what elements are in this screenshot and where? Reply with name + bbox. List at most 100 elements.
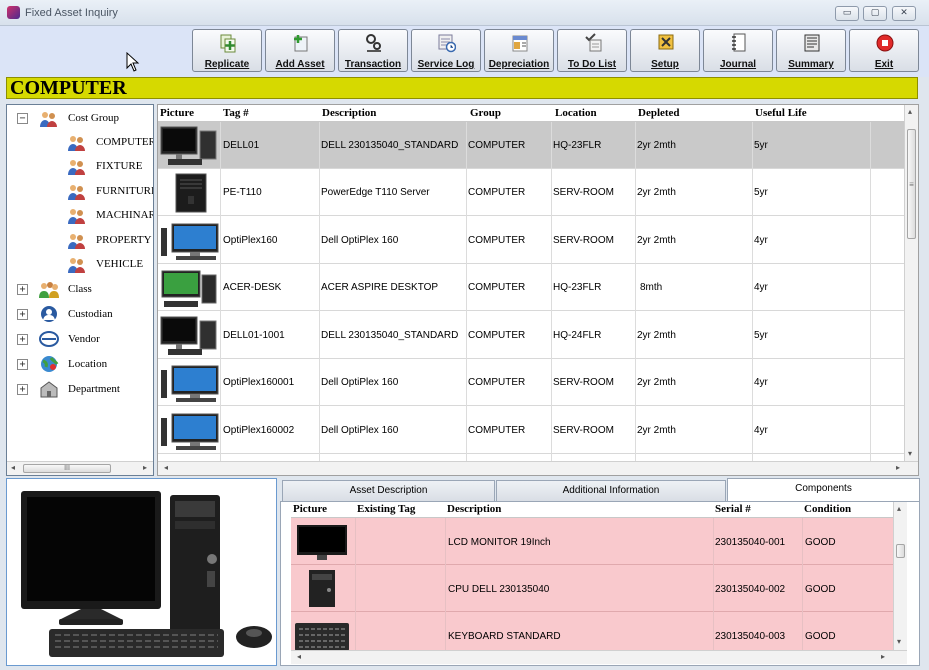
category-tree[interactable]: − Cost Group COMPUTER FIXTURE FURNITURE … [6, 104, 154, 476]
tree-node-custodian[interactable]: + Custodian [13, 305, 153, 325]
tree-node-property[interactable]: PROPERTY [57, 231, 153, 251]
col-tag[interactable]: Tag # [223, 107, 249, 119]
table-row[interactable]: OptiPlex160001 Dell OptiPlex 160 COMPUTE… [158, 359, 904, 406]
summary-icon [804, 34, 820, 52]
service-log-button[interactable]: Service Log [411, 29, 481, 72]
tree-node-location[interactable]: + Location [13, 355, 153, 375]
cell-serial: 230135040-003 [715, 631, 786, 642]
scroll-left-icon[interactable]: ◂ [297, 652, 301, 661]
col-description[interactable]: Description [322, 107, 376, 119]
comp-col-description[interactable]: Description [447, 503, 501, 515]
tree-label-class: Class [68, 283, 92, 295]
grid-vertical-scrollbar[interactable]: ▴ ≡ ▾ [904, 105, 918, 461]
comp-col-picture[interactable]: Picture [293, 503, 327, 515]
asset-grid[interactable]: Picture Tag # Description Group Location… [157, 104, 919, 476]
maximize-button[interactable]: ▢ [863, 6, 887, 21]
tree-node-computer[interactable]: COMPUTER [57, 133, 153, 153]
table-row[interactable]: PE-T110 PowerEdge T110 Server COMPUTER S… [158, 169, 904, 216]
add-asset-button[interactable]: Add Asset [265, 29, 335, 72]
table-row[interactable]: OptiPlex160002 Dell OptiPlex 160 COMPUTE… [158, 407, 904, 454]
expand-icon[interactable]: + [17, 284, 28, 295]
col-group[interactable]: Group [470, 107, 501, 119]
close-window-button[interactable]: ✕ [892, 6, 916, 21]
components-table[interactable]: Picture Existing Tag Description Serial … [280, 501, 920, 666]
scroll-right-icon[interactable]: ▸ [881, 652, 885, 661]
replicate-button[interactable]: Replicate [192, 29, 262, 72]
scroll-up-icon[interactable]: ▴ [897, 504, 901, 513]
col-depleted[interactable]: Depleted [638, 107, 680, 119]
desktop-thumbnail-icon [160, 126, 217, 165]
scroll-down-icon[interactable]: ▾ [897, 637, 901, 646]
scroll-left-icon[interactable]: ◂ [11, 463, 15, 472]
col-picture[interactable]: Picture [160, 107, 194, 119]
tab-additional-information[interactable]: Additional Information [496, 480, 726, 501]
exit-label: Exit [874, 59, 894, 70]
tree-scroll-thumb[interactable]: III [23, 464, 111, 473]
tree-label-location: Location [68, 358, 108, 370]
setup-button[interactable]: Setup [630, 29, 700, 72]
tree-node-cost-group[interactable]: − Cost Group [13, 109, 153, 129]
table-row[interactable]: DELL01-1001 DELL 230135040_STANDARD COMP… [158, 312, 904, 359]
group-icon [68, 185, 85, 200]
cell-description: PowerEdge T110 Server [321, 187, 430, 198]
expand-icon[interactable]: + [17, 334, 28, 345]
app-icon [7, 6, 20, 19]
components-horizontal-scrollbar[interactable]: ◂ ▸ [291, 650, 907, 664]
grid-scroll-thumb[interactable]: ≡ [907, 129, 916, 239]
exit-button[interactable]: Exit [849, 29, 919, 72]
table-row[interactable]: ACER-DESK ACER ASPIRE DESKTOP COMPUTER H… [158, 264, 904, 311]
comp-col-serial[interactable]: Serial # [715, 503, 751, 515]
scroll-down-icon[interactable]: ▾ [908, 449, 912, 458]
expand-icon[interactable]: + [17, 359, 28, 370]
journal-icon [732, 33, 746, 52]
tree-node-vehicle[interactable]: VEHICLE [57, 255, 153, 275]
comp-col-condition[interactable]: Condition [804, 503, 851, 515]
tree-horizontal-scrollbar[interactable]: ◂ III ▸ [7, 461, 153, 475]
cell-description: LCD MONITOR 19Inch [448, 537, 551, 548]
monitor-thumbnail-icon [297, 525, 347, 560]
transaction-button[interactable]: Transaction [338, 29, 408, 72]
tree-node-furniture[interactable]: FURNITURE [57, 182, 153, 202]
cell-depleted: 2yr 2mth [637, 187, 676, 198]
cell-depleted: 2yr 2mth [637, 140, 676, 151]
minimize-button[interactable]: ▭ [835, 6, 859, 21]
table-row[interactable]: OptiPlex160 Dell OptiPlex 160 COMPUTER S… [158, 217, 904, 264]
tree-node-fixture[interactable]: FIXTURE [57, 157, 153, 177]
components-scroll-thumb[interactable] [896, 544, 905, 558]
depreciation-button[interactable]: Depreciation [484, 29, 554, 72]
cell-description: Dell OptiPlex 160 [321, 377, 399, 388]
group-icon [68, 234, 85, 249]
col-useful-life[interactable]: Useful Life [755, 107, 807, 119]
scroll-right-icon[interactable]: ▸ [143, 463, 147, 472]
column-divider [355, 518, 356, 658]
tree-node-class[interactable]: + Class [13, 280, 153, 300]
grid-horizontal-scrollbar[interactable]: ◂ ▸ [158, 461, 918, 475]
cell-group: COMPUTER [468, 425, 526, 436]
comp-col-existing-tag[interactable]: Existing Tag [357, 503, 415, 515]
scroll-left-icon[interactable]: ◂ [164, 463, 168, 472]
journal-button[interactable]: Journal [703, 29, 773, 72]
tab-asset-description[interactable]: Asset Description [282, 480, 495, 501]
scroll-up-icon[interactable]: ▴ [908, 107, 912, 116]
col-location[interactable]: Location [555, 107, 597, 119]
expand-icon[interactable]: + [17, 384, 28, 395]
cell-serial: 230135040-002 [715, 584, 786, 595]
components-vertical-scrollbar[interactable]: ▴ ▾ [893, 502, 907, 650]
tree-node-machinary[interactable]: MACHINARY [57, 206, 153, 226]
expand-icon[interactable]: + [17, 309, 28, 320]
custodian-icon [41, 306, 57, 322]
summary-button[interactable]: Summary [776, 29, 846, 72]
todo-list-button[interactable]: To Do List [557, 29, 627, 72]
scroll-right-icon[interactable]: ▸ [896, 463, 900, 472]
column-divider [635, 122, 636, 462]
selected-group-banner: COMPUTER [6, 77, 918, 99]
table-row[interactable]: DELL01 DELL 230135040_STANDARD COMPUTER … [158, 122, 904, 169]
tree-node-department[interactable]: + Department [13, 380, 153, 400]
tree-node-vendor[interactable]: + Vendor [13, 330, 153, 350]
cell-depleted: 2yr 2mth [637, 425, 676, 436]
tab-components[interactable]: Components [727, 478, 920, 502]
cell-description: KEYBOARD STANDARD [448, 631, 561, 642]
collapse-icon[interactable]: − [17, 113, 28, 124]
replicate-icon [220, 34, 236, 53]
cell-group: COMPUTER [468, 377, 526, 388]
